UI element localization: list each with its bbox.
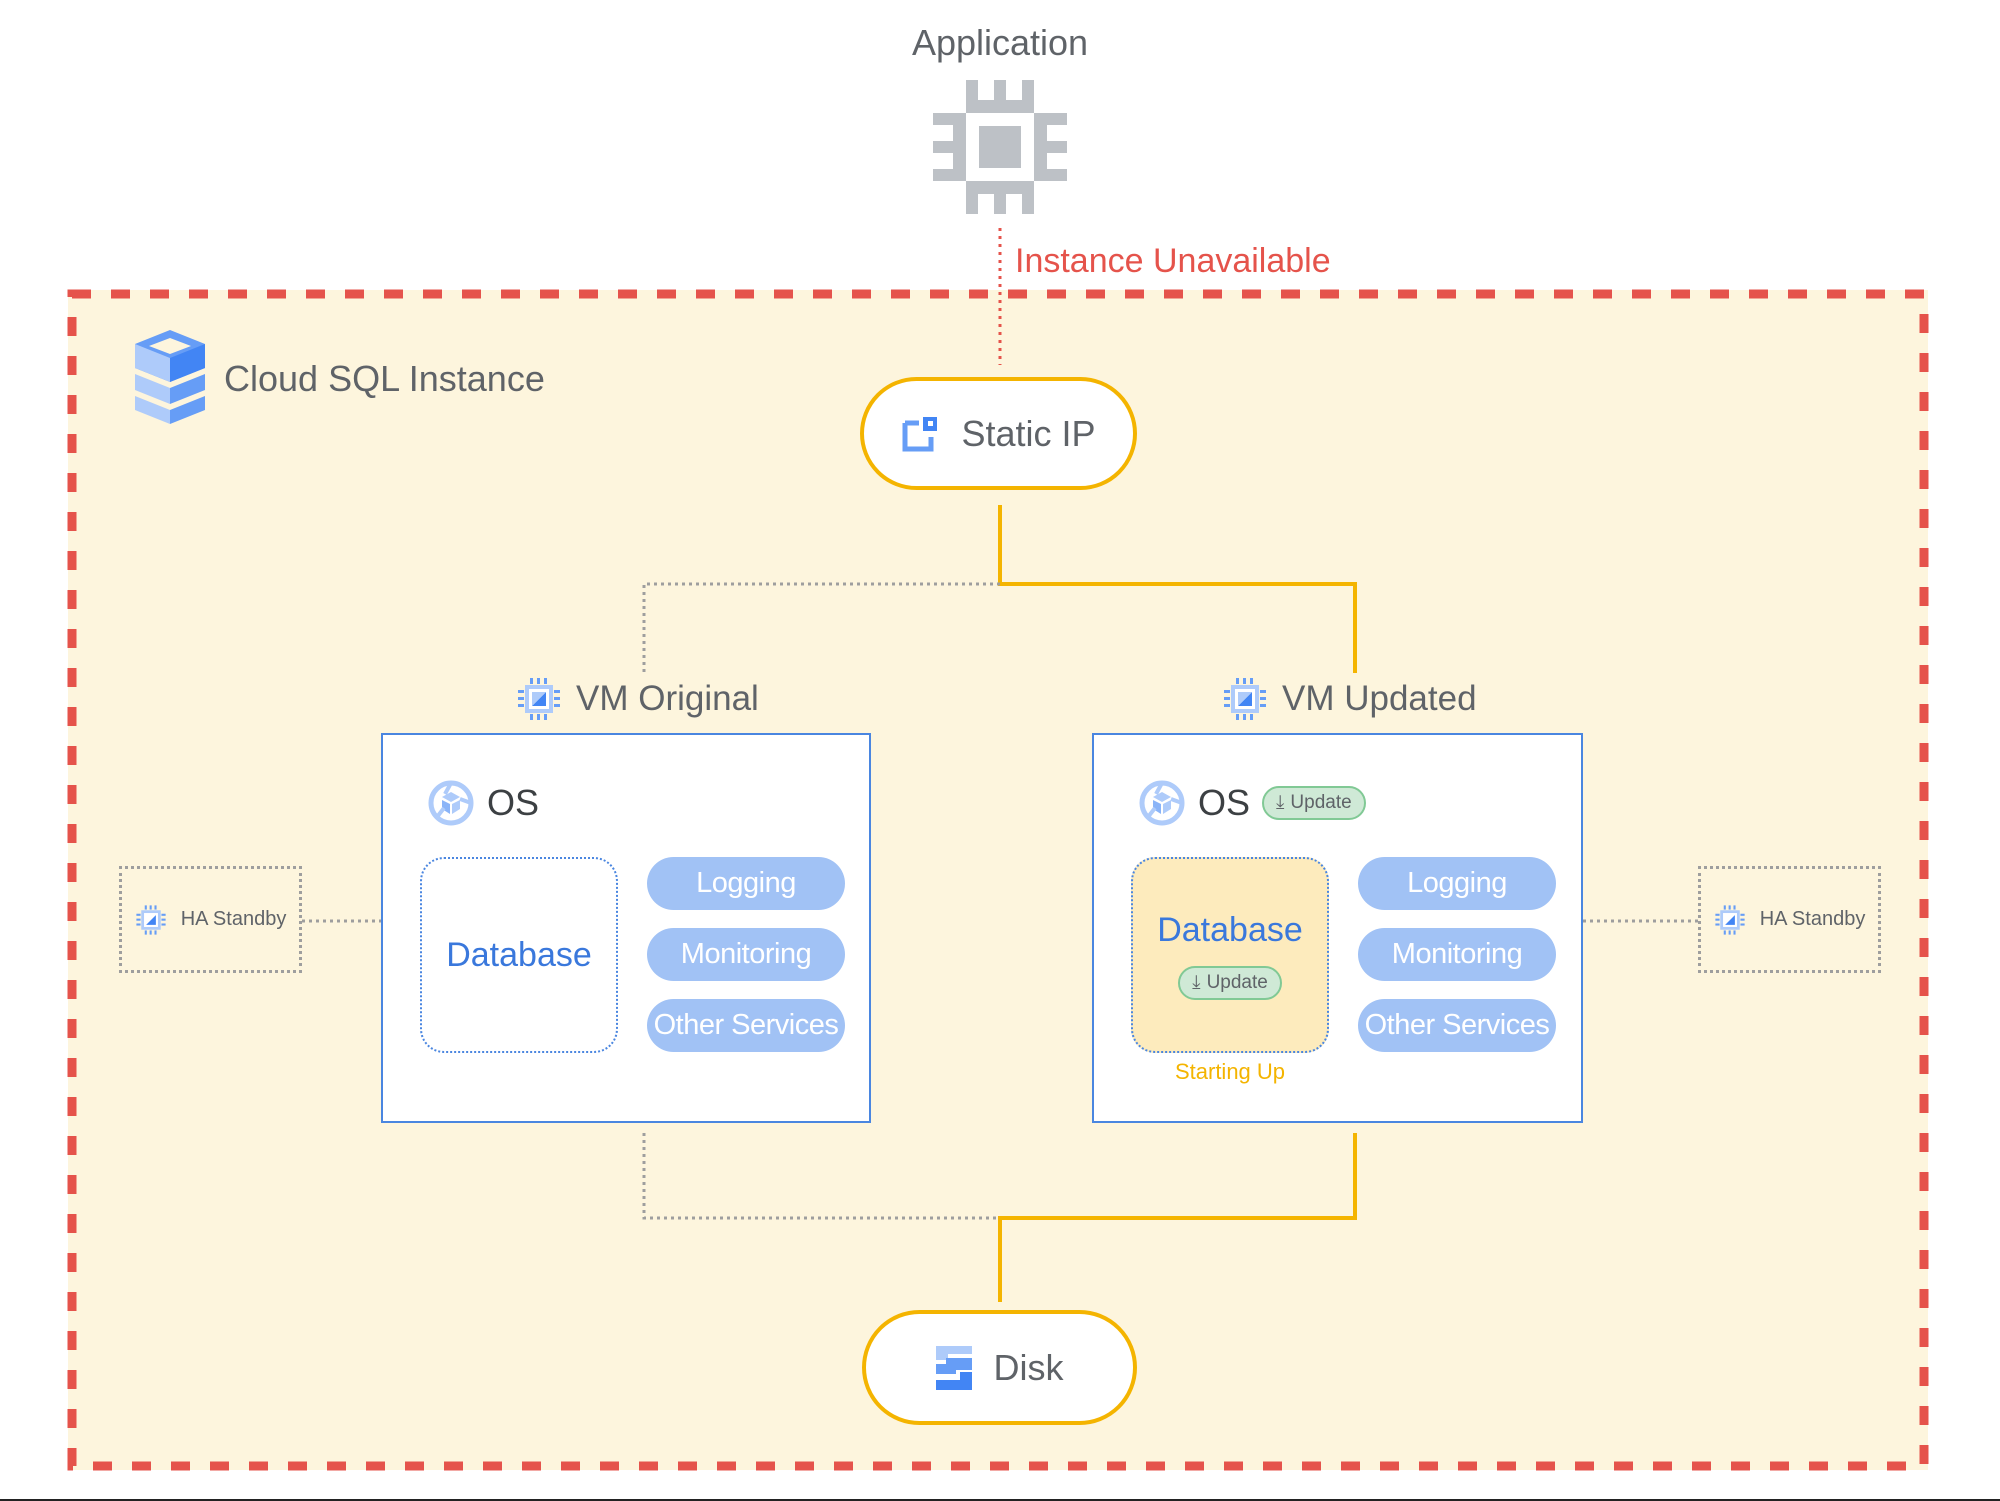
vm-chip-icon bbox=[1224, 678, 1266, 720]
cloud-sql-icon bbox=[135, 330, 205, 424]
static-ip-icon bbox=[902, 416, 938, 451]
vm-updated-header: VM Updated bbox=[1222, 676, 1477, 722]
vm-chip-icon bbox=[518, 678, 560, 720]
static-ip-node[interactable]: Static IP bbox=[860, 377, 1137, 490]
cpu-chip-icon bbox=[933, 80, 1067, 214]
vm-updated-box[interactable]: OS ⤓ Update Database ⤓ Update Starting U… bbox=[1092, 733, 1583, 1123]
service-monitoring[interactable]: Monitoring bbox=[1358, 928, 1556, 981]
update-badge-label: Update bbox=[1290, 792, 1352, 813]
database-label: Database bbox=[446, 935, 592, 974]
service-logging[interactable]: Logging bbox=[647, 857, 845, 910]
database-update-badge[interactable]: ⤓ Update bbox=[1178, 965, 1282, 1000]
static-ip-label: Static IP bbox=[961, 412, 1096, 454]
vm-updated-label: VM Updated bbox=[1282, 679, 1477, 718]
vm-original-label: VM Original bbox=[576, 679, 759, 718]
application-label: Application bbox=[911, 22, 1089, 63]
vm-original-box[interactable]: OS Database Logging Monitoring Other Ser… bbox=[381, 733, 871, 1123]
database-label: Database bbox=[1157, 910, 1303, 949]
database-box[interactable]: Database ⤓ Update bbox=[1131, 857, 1329, 1053]
services-list: Logging Monitoring Other Services bbox=[1358, 857, 1556, 1052]
os-row: OS ⤓ Update bbox=[1138, 779, 1366, 827]
services-list: Logging Monitoring Other Services bbox=[647, 857, 845, 1052]
os-row: OS bbox=[427, 779, 539, 827]
ha-standby-label: HA Standby bbox=[1759, 908, 1866, 930]
os-label: OS bbox=[1198, 782, 1251, 823]
disk-label: Disk bbox=[993, 1346, 1064, 1388]
os-icon bbox=[1139, 780, 1185, 826]
vm-chip-icon bbox=[1715, 904, 1745, 935]
database-status-label: Starting Up bbox=[1174, 1059, 1286, 1084]
os-icon bbox=[428, 780, 474, 826]
instance-unavailable-label: Instance Unavailable bbox=[1015, 242, 1331, 280]
persistent-disk-icon bbox=[935, 1345, 972, 1390]
service-monitoring[interactable]: Monitoring bbox=[647, 928, 845, 981]
os-label: OS bbox=[487, 782, 540, 823]
vm-original-header: VM Original bbox=[516, 676, 759, 722]
update-badge-label: Update bbox=[1206, 971, 1268, 993]
ha-standby-right[interactable]: HA Standby bbox=[1698, 866, 1881, 973]
download-icon: ⤓ bbox=[1276, 792, 1285, 813]
service-logging[interactable]: Logging bbox=[1358, 857, 1556, 910]
service-other[interactable]: Other Services bbox=[647, 999, 845, 1052]
ha-standby-left[interactable]: HA Standby bbox=[119, 866, 302, 973]
service-other[interactable]: Other Services bbox=[1358, 999, 1556, 1052]
disk-node[interactable]: Disk bbox=[862, 1310, 1137, 1425]
database-box[interactable]: Database bbox=[420, 857, 618, 1053]
vm-chip-icon bbox=[136, 904, 166, 935]
cloud-sql-instance-title: Cloud SQL Instance bbox=[224, 358, 545, 399]
ha-standby-label: HA Standby bbox=[180, 908, 287, 930]
download-icon: ⤓ bbox=[1192, 971, 1201, 993]
os-update-badge[interactable]: ⤓ Update bbox=[1262, 786, 1366, 820]
